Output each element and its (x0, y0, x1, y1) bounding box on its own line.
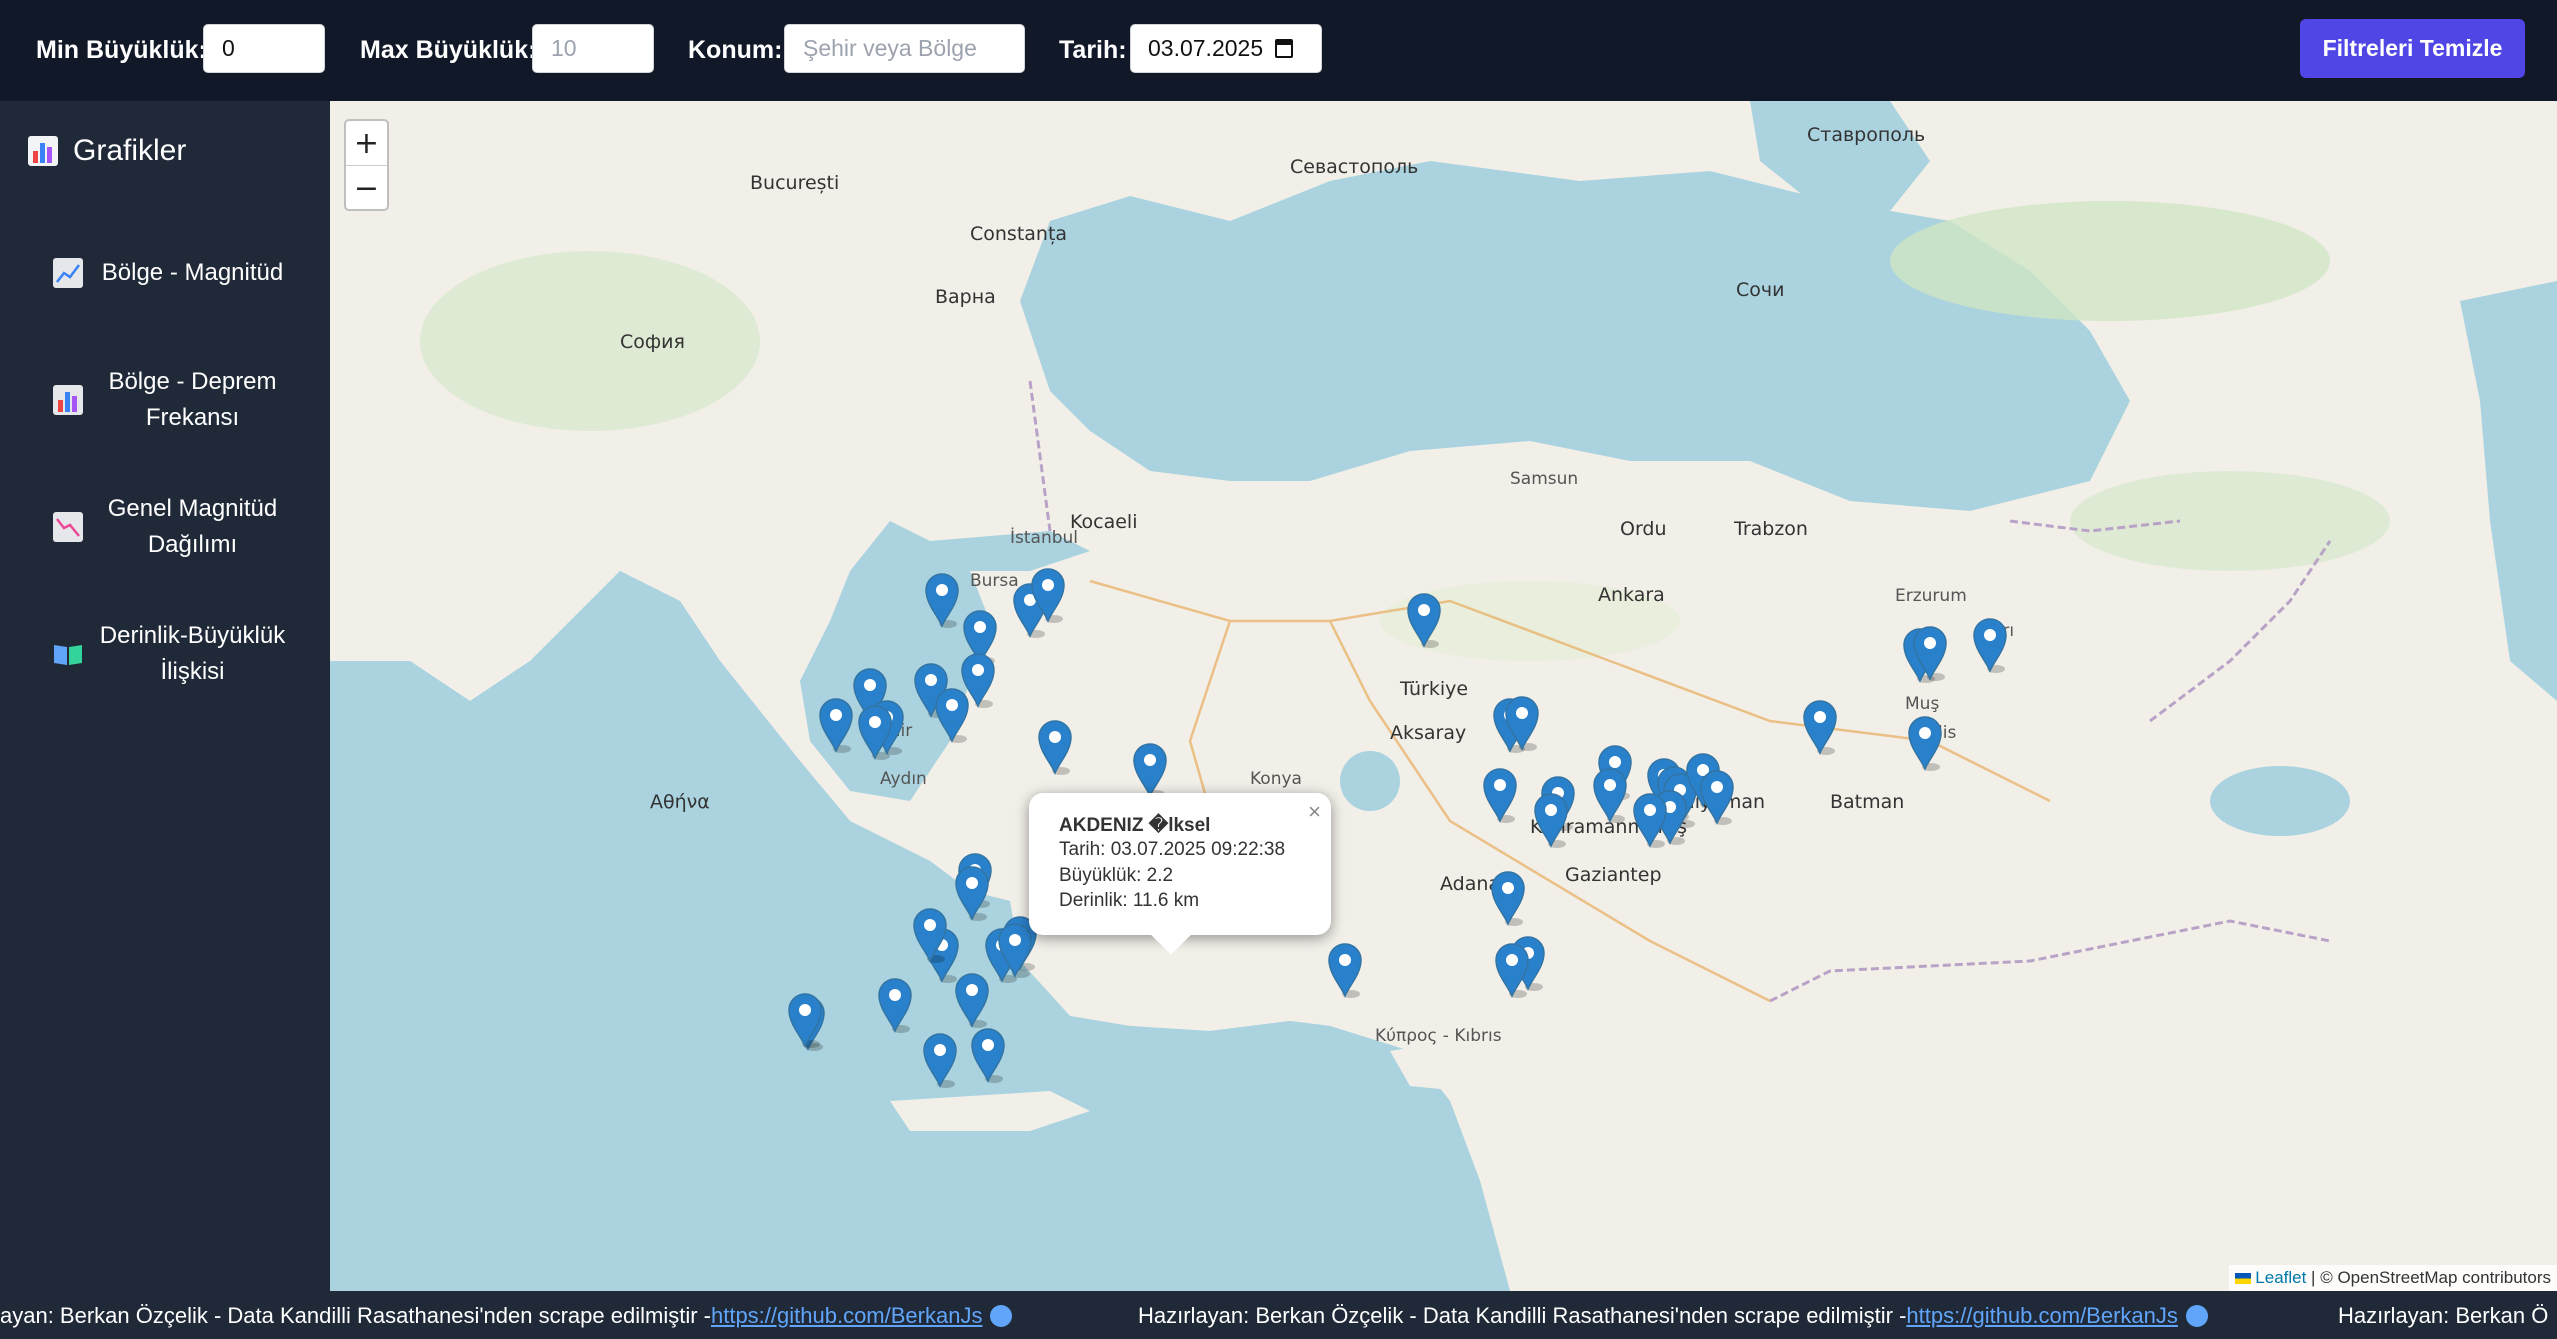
sidebar-item-label: Genel Magnitüd Dağılımı (107, 495, 278, 558)
clear-filters-button[interactable]: Filtreleri Temizle (2300, 19, 2525, 78)
line-chart-icon (53, 258, 83, 288)
earthquake-marker[interactable] (1491, 871, 1525, 927)
open-book-icon (54, 645, 82, 665)
footer-segment: Hazırlayan: Berkan Ö (2338, 1303, 2548, 1329)
map-attribution: Leaflet | © OpenStreetMap contributors (2229, 1265, 2557, 1291)
earthquake-marker[interactable] (1593, 768, 1627, 824)
sidebar: Grafikler Bölge - Magnitüd Bölge - Depre… (0, 101, 330, 1291)
github-link[interactable]: https://github.com/BerkanJs (711, 1303, 982, 1328)
footer-segment: ayan: Berkan Özçelik - Data Kandilli Ras… (0, 1303, 1013, 1329)
earthquake-marker[interactable] (1973, 618, 2007, 674)
earthquake-marker[interactable] (1407, 593, 1441, 649)
earthquake-marker[interactable] (1534, 793, 1568, 849)
bar-chart-icon (28, 136, 58, 166)
trend-down-chart-icon (53, 512, 83, 542)
footer-segment: Hazırlayan: Berkan Özçelik - Data Kandil… (1138, 1303, 2208, 1329)
date-input[interactable]: 03.07.2025 (1130, 24, 1322, 73)
earthquake-marker[interactable] (955, 973, 989, 1029)
calendar-icon[interactable] (1275, 39, 1294, 58)
min-magnitude-input[interactable] (203, 24, 325, 73)
earthquake-marker[interactable] (955, 866, 989, 922)
earthquake-marker[interactable] (971, 1028, 1005, 1084)
earthquake-marker-layer (788, 568, 2007, 1089)
date-label: Tarih: (1059, 36, 1127, 64)
date-value: 03.07.2025 (1148, 35, 1264, 61)
footer-text: Hazırlayan: Berkan Ö (2338, 1303, 2549, 1328)
bar-chart-icon (53, 385, 83, 415)
sidebar-item-region-magnitude[interactable]: Bölge - Magnitüd (0, 228, 330, 318)
zoom-control: + − (344, 119, 389, 211)
ukraine-flag-icon (2235, 1273, 2252, 1284)
github-icon[interactable] (990, 1305, 1013, 1327)
zoom-in-button[interactable]: + (346, 121, 387, 166)
sidebar-item-depth-magnitude[interactable]: Derinlik-Büyüklük İlişkisi (0, 609, 330, 699)
osm-attribution: | © OpenStreetMap contributors (2306, 1268, 2551, 1287)
location-label: Konum: (688, 36, 783, 64)
popup-depth: Derinlik: 11.6 km (1059, 890, 1200, 911)
popup-close-button[interactable]: × (1308, 799, 1321, 825)
popup-date: Tarih: 03.07.2025 09:22:38 (1059, 839, 1286, 860)
leaflet-link[interactable]: Leaflet (2255, 1268, 2306, 1287)
zoom-out-button[interactable]: − (346, 166, 387, 210)
min-magnitude-label: Min Büyüklük: (36, 36, 207, 64)
earthquake-marker[interactable] (923, 1033, 957, 1089)
sidebar-item-region-frequency[interactable]: Bölge - Deprem Frekansı (0, 355, 330, 445)
earthquake-map[interactable]: Севастополь Ankara İstanbul Bursa Kocael… (330, 101, 2557, 1291)
github-link[interactable]: https://github.com/BerkanJs (1906, 1303, 2177, 1328)
location-input[interactable] (784, 24, 1025, 73)
earthquake-marker[interactable] (1483, 768, 1517, 824)
earthquake-marker[interactable] (1908, 716, 1942, 772)
max-magnitude-label: Max Büyüklük: (360, 36, 537, 64)
earthquake-marker[interactable] (925, 573, 959, 629)
earthquake-marker[interactable] (1038, 720, 1072, 776)
github-icon[interactable] (2185, 1305, 2208, 1327)
earthquake-marker[interactable] (1133, 743, 1167, 799)
sidebar-item-label: Derinlik-Büyüklük İlişkisi (99, 622, 286, 685)
sidebar-item-magnitude-distribution[interactable]: Genel Magnitüd Dağılımı (0, 482, 330, 572)
popup-title: AKDENIZ �lksel (1059, 815, 1211, 836)
earthquake-marker[interactable] (1495, 943, 1529, 999)
earthquake-marker[interactable] (1328, 943, 1362, 999)
earthquake-marker[interactable] (788, 993, 822, 1049)
footer-text: ayan: Berkan Özçelik - Data Kandilli Ras… (0, 1303, 711, 1328)
max-magnitude-input[interactable] (532, 24, 654, 73)
sidebar-title-text: Grafikler (73, 134, 187, 167)
earthquake-marker[interactable] (1633, 793, 1667, 849)
footer-text: Hazırlayan: Berkan Özçelik - Data Kandil… (1138, 1303, 1907, 1328)
filter-bar: Min Büyüklük: Max Büyüklük: Konum: Tarih… (0, 0, 2557, 101)
sidebar-title: Grafikler (27, 134, 186, 168)
popup-magnitude: Büyüklük: 2.2 (1059, 865, 1174, 886)
footer-marquee: ayan: Berkan Özçelik - Data Kandilli Ras… (0, 1291, 2557, 1339)
earthquake-marker[interactable] (878, 978, 912, 1034)
earthquake-marker[interactable] (1700, 770, 1734, 826)
earthquake-marker[interactable] (819, 698, 853, 754)
earthquake-marker[interactable] (1803, 700, 1837, 756)
sidebar-item-label: Bölge - Magnitüd (101, 259, 284, 286)
earthquake-popup: × AKDENIZ �lksel Tarih: 03.07.2025 09:22… (1029, 793, 1331, 955)
sidebar-item-label: Bölge - Deprem Frekansı (108, 368, 277, 431)
earthquake-marker[interactable] (935, 688, 969, 744)
